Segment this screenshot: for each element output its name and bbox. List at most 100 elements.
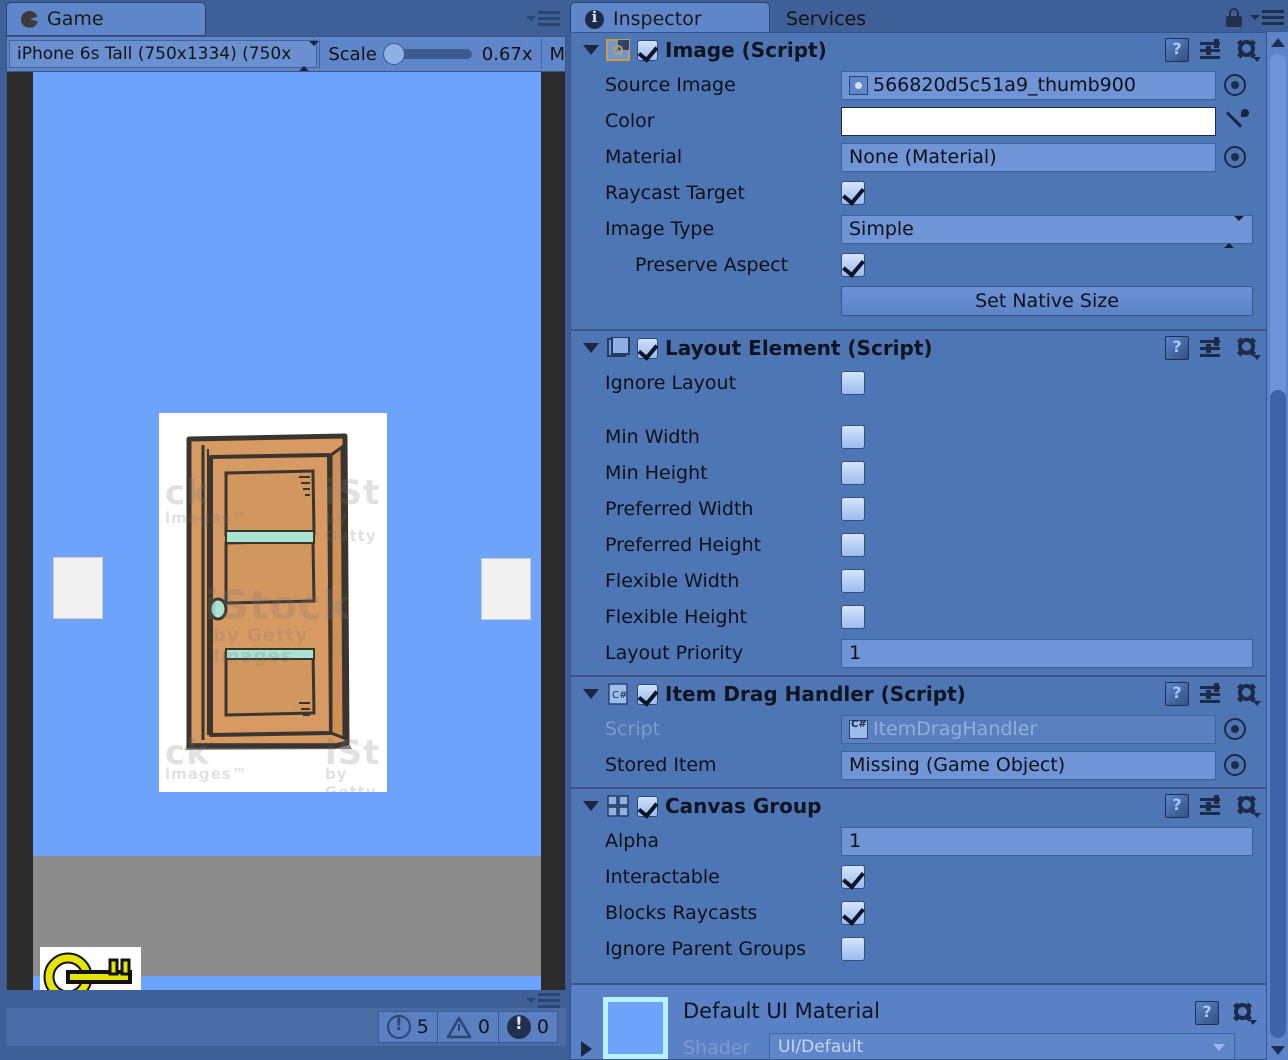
script-field: ItemDragHandler	[841, 714, 1216, 744]
row-stored-item: Stored Item Missing (Game Object)	[571, 747, 1269, 783]
component-header[interactable]: Canvas Group	[571, 789, 1269, 823]
scroll-up-button[interactable]	[1267, 32, 1288, 52]
preset-icon[interactable]	[1200, 795, 1224, 817]
preset-icon[interactable]	[1200, 39, 1224, 61]
component-header[interactable]: Layout Element (Script)	[571, 331, 1269, 365]
wall-panel-left[interactable]	[53, 557, 103, 619]
device-resolution-dropdown[interactable]: iPhone 6s Tall (750x1334) (750x	[9, 40, 320, 71]
chevron-right-icon[interactable]	[581, 1041, 592, 1057]
component-header-buttons	[1165, 682, 1261, 706]
scale-slider[interactable]	[382, 43, 472, 65]
flexible-height-checkbox[interactable]	[841, 605, 865, 629]
shader-dropdown[interactable]: UI/Default	[769, 1033, 1235, 1059]
material-field[interactable]: None (Material)	[841, 142, 1216, 172]
tab-inspector[interactable]: Inspector	[570, 2, 770, 36]
help-icon[interactable]	[1165, 682, 1189, 706]
scroll-down-button[interactable]	[1267, 1040, 1288, 1060]
row-material: Material None (Material)	[571, 139, 1269, 175]
blocks-raycasts-checkbox[interactable]	[841, 901, 865, 925]
gear-icon[interactable]	[1235, 38, 1261, 62]
object-picker-icon[interactable]	[1224, 754, 1246, 776]
min-height-checkbox[interactable]	[841, 461, 865, 485]
component-title: Canvas Group	[665, 794, 822, 818]
shader-value: UI/Default	[778, 1037, 864, 1057]
object-picker-icon[interactable]	[1224, 74, 1246, 96]
alpha-input[interactable]: 1	[841, 826, 1253, 856]
source-image-field[interactable]: 566820d5c51a9_thumb900	[841, 70, 1216, 100]
image-component-icon	[606, 39, 630, 61]
tab-inspector-label: Inspector	[613, 8, 702, 30]
sprite-icon	[849, 75, 868, 95]
component-header-buttons	[1165, 336, 1261, 360]
toolbar-more-label[interactable]: M	[541, 44, 565, 65]
chevron-down-icon[interactable]	[583, 45, 599, 55]
tab-services[interactable]: Services	[772, 2, 880, 36]
gear-icon[interactable]	[1235, 682, 1261, 706]
row-label: Image Type	[605, 218, 715, 240]
chevron-down-icon[interactable]	[583, 801, 599, 811]
game-panel-menu-icon[interactable]	[526, 10, 560, 28]
gear-icon[interactable]	[1235, 336, 1261, 360]
chevron-down-icon[interactable]	[583, 689, 599, 699]
min-width-checkbox[interactable]	[841, 425, 865, 449]
flexible-width-checkbox[interactable]	[841, 569, 865, 593]
console-info-button[interactable]: 5	[377, 1011, 438, 1043]
chevron-down-icon[interactable]	[583, 343, 599, 353]
component-enabled-checkbox[interactable]	[637, 795, 658, 817]
inspector-panel-menu-icon[interactable]	[1250, 9, 1284, 27]
layout-priority-input[interactable]: 1	[841, 638, 1253, 668]
material-swatch[interactable]	[603, 997, 668, 1059]
preset-icon[interactable]	[1200, 337, 1224, 359]
scrollbar-thumb[interactable]	[1270, 390, 1286, 1038]
stored-item-field[interactable]: Missing (Game Object)	[841, 750, 1216, 780]
help-icon[interactable]	[1165, 794, 1189, 818]
console-warning-button[interactable]: 0	[437, 1011, 499, 1043]
eyedropper-icon[interactable]	[1224, 108, 1250, 134]
help-icon[interactable]	[1165, 38, 1189, 62]
object-picker-icon[interactable]	[1224, 146, 1246, 168]
preserve-aspect-checkbox[interactable]	[841, 253, 865, 277]
game-view[interactable]: ck images™ iSt by Getty iStock by Getty …	[6, 72, 566, 990]
row-label: Interactable	[605, 866, 720, 888]
lock-icon[interactable]	[1226, 8, 1242, 27]
component-enabled-checkbox[interactable]	[637, 337, 658, 359]
key-item[interactable]	[40, 947, 141, 990]
inspector-content: Image (Script) Source Image 566820d5c51a…	[570, 32, 1270, 1060]
raycast-target-checkbox[interactable]	[841, 181, 865, 205]
help-icon[interactable]	[1165, 336, 1189, 360]
row-label: Flexible Width	[605, 570, 740, 592]
component-header[interactable]: C# Item Drag Handler (Script)	[571, 677, 1269, 711]
tab-game-label: Game	[47, 8, 104, 30]
tab-game[interactable]: Game	[6, 2, 206, 36]
component-header[interactable]: Image (Script)	[571, 33, 1269, 67]
component-canvas-group: Canvas Group Alpha 1 Interactable	[571, 789, 1269, 985]
row-spacer	[571, 401, 1269, 419]
row-label: Alpha	[605, 830, 660, 852]
row-label: Color	[605, 110, 655, 132]
help-icon[interactable]	[1195, 1001, 1219, 1025]
gear-icon[interactable]	[1231, 1001, 1257, 1025]
ignore-layout-checkbox[interactable]	[841, 371, 865, 395]
wall-panel-right[interactable]	[481, 558, 531, 620]
component-enabled-checkbox[interactable]	[637, 683, 658, 705]
preferred-height-checkbox[interactable]	[841, 533, 865, 557]
inspector-scrollbar[interactable]	[1266, 32, 1288, 1060]
ignore-parent-groups-checkbox[interactable]	[841, 937, 865, 961]
game-canvas[interactable]: ck images™ iSt by Getty iStock by Getty …	[33, 72, 541, 990]
preferred-width-checkbox[interactable]	[841, 497, 865, 521]
image-type-dropdown[interactable]: Simple	[841, 214, 1253, 248]
gear-icon[interactable]	[1235, 794, 1261, 818]
scale-slider-knob[interactable]	[382, 43, 405, 65]
chevron-updown-icon	[299, 41, 320, 71]
interactable-checkbox[interactable]	[841, 865, 865, 889]
console-error-button[interactable]: 0	[498, 1011, 558, 1043]
door-image[interactable]: ck images™ iSt by Getty iStock by Getty …	[159, 413, 387, 792]
color-swatch[interactable]	[841, 106, 1216, 136]
preset-icon[interactable]	[1200, 683, 1224, 705]
component-header-buttons	[1165, 794, 1261, 818]
set-native-size-button[interactable]: Set Native Size	[841, 286, 1253, 316]
component-enabled-checkbox[interactable]	[637, 39, 658, 61]
row-label: Preserve Aspect	[635, 254, 789, 276]
row-preserve-aspect: Preserve Aspect	[571, 247, 1269, 283]
info-icon	[386, 1015, 411, 1039]
